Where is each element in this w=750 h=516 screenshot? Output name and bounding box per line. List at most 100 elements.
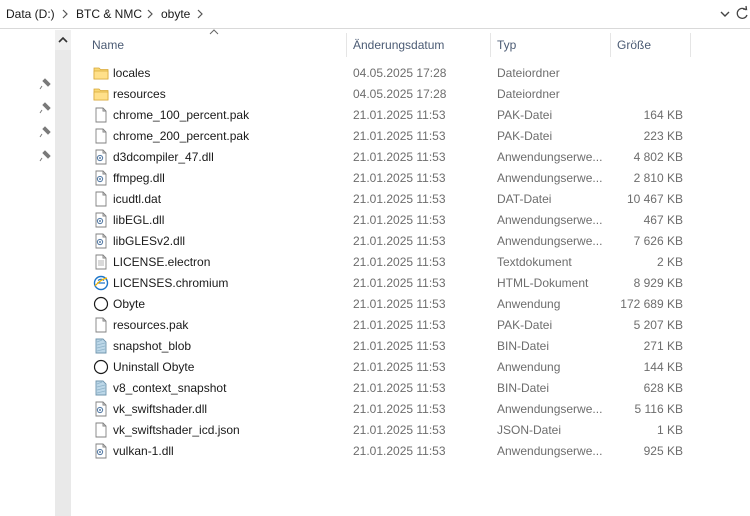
file-row[interactable]: libGLESv2.dll 21.01.2025 11:53 Anwendungse… [88, 231, 698, 252]
file-icon [93, 107, 109, 123]
app-circle-icon [93, 359, 109, 375]
file-row[interactable]: resources.pak 21.01.2025 11:53 PAK-Datei 5 … [88, 315, 698, 336]
file-size: 271 KB [643, 339, 683, 353]
pin-icon[interactable] [38, 125, 52, 139]
file-type: BIN-Datei [497, 381, 550, 395]
file-date: 21.01.2025 11:53 [353, 150, 446, 164]
file-type: PAK-Datei [497, 318, 553, 332]
file-size: 172 689 KB [620, 297, 683, 311]
file-date: 21.01.2025 11:53 [353, 171, 446, 185]
file-row[interactable]: vk_swiftshader.dll 21.01.2025 11:53 Anwend… [88, 399, 698, 420]
breadcrumb-drive[interactable]: Data (D:) [6, 7, 55, 21]
file-size: 144 KB [643, 360, 683, 374]
file-icon [93, 317, 109, 333]
file-row[interactable]: resources 04.05.2025 17:28 Dateiordner [88, 84, 698, 105]
pin-icon[interactable] [38, 149, 52, 163]
file-type: JSON-Datei [497, 423, 562, 437]
file-row[interactable]: vulkan-1.dll 21.01.2025 11:53 Anwendungser… [88, 441, 698, 462]
file-name: vk_swiftshader_icd.json [113, 423, 240, 437]
chevron-down-icon[interactable] [718, 6, 732, 22]
file-type: PAK-Datei [497, 108, 553, 122]
breadcrumb-folder-btc[interactable]: BTC & NMC [76, 7, 142, 21]
file-date: 21.01.2025 11:53 [353, 108, 446, 122]
chevron-right-icon[interactable] [195, 8, 205, 20]
file-name: LICENSES.chromium [113, 276, 229, 290]
dll-icon [93, 212, 109, 228]
file-type: Anwendungserwe... [497, 150, 603, 164]
pin-icon[interactable] [38, 101, 52, 115]
file-name: d3dcompiler_47.dll [113, 150, 214, 164]
file-row[interactable]: Obyte 21.01.2025 11:53 Anwendung 172 689 KB [88, 294, 698, 315]
file-name: vulkan-1.dll [113, 444, 174, 458]
column-divider[interactable] [690, 33, 691, 57]
file-name: vk_swiftshader.dll [113, 402, 208, 416]
breadcrumb-folder-obyte[interactable]: obyte [161, 7, 190, 21]
column-header-size-label: Größe [617, 38, 652, 52]
column-header-date[interactable]: Änderungsdatum [347, 31, 489, 60]
chevron-right-icon[interactable] [145, 8, 155, 20]
html-file-icon [93, 275, 109, 291]
file-row[interactable]: chrome_200_percent.pak 21.01.2025 11:53 PA… [88, 126, 698, 147]
column-header-type[interactable]: Typ [491, 31, 609, 60]
file-date: 21.01.2025 11:53 [353, 339, 446, 353]
file-date: 21.01.2025 11:53 [353, 423, 446, 437]
file-row[interactable]: snapshot_blob 21.01.2025 11:53 BIN-Datei 27… [88, 336, 698, 357]
file-name: ffmpeg.dll [113, 171, 165, 185]
file-date: 21.01.2025 11:53 [353, 444, 446, 458]
file-date: 21.01.2025 11:53 [353, 129, 446, 143]
file-date: 21.01.2025 11:53 [353, 255, 446, 269]
file-name: Uninstall Obyte [113, 360, 195, 374]
file-date: 21.01.2025 11:53 [353, 360, 446, 374]
nav-pane-scrollbar[interactable] [55, 30, 71, 516]
file-type: Anwendungserwe... [497, 171, 603, 185]
file-type: Anwendungserwe... [497, 234, 603, 248]
file-type: Anwendungserwe... [497, 402, 603, 416]
folder-icon [93, 86, 109, 102]
file-row[interactable]: v8_context_snapshot 21.01.2025 11:53 BIN-D… [88, 378, 698, 399]
file-date: 04.05.2025 17:28 [353, 66, 447, 80]
chevron-up-icon [58, 36, 68, 43]
file-row[interactable]: vk_swiftshader_icd.json 21.01.2025 11:53 J… [88, 420, 698, 441]
scroll-up-button[interactable] [55, 30, 71, 50]
file-type: BIN-Datei [497, 339, 550, 353]
dll-icon [93, 149, 109, 165]
column-header-name-label: Name [92, 38, 125, 52]
file-name: v8_context_snapshot [113, 381, 227, 395]
column-header-name[interactable]: Name [88, 31, 345, 60]
file-type: Anwendungserwe... [497, 213, 603, 227]
file-size: 4 802 KB [633, 150, 683, 164]
file-type: Dateiordner [497, 66, 560, 80]
file-row[interactable]: locales 04.05.2025 17:28 Dateiordner [88, 63, 698, 84]
pin-icon[interactable] [38, 77, 52, 91]
file-size: 8 929 KB [633, 276, 683, 290]
file-size: 7 626 KB [633, 234, 683, 248]
file-type: Anwendungserwe... [497, 444, 603, 458]
app-circle-icon [93, 296, 109, 312]
file-name: LICENSE.electron [113, 255, 211, 269]
file-row[interactable]: LICENSES.chromium 21.01.2025 11:53 HTML-Do… [88, 273, 698, 294]
file-row[interactable]: icudtl.dat 21.01.2025 11:53 DAT-Datei 10 46… [88, 189, 698, 210]
file-row[interactable]: Uninstall Obyte 21.01.2025 11:53 Anwendung… [88, 357, 698, 378]
column-header-size[interactable]: Größe [611, 31, 689, 60]
file-date: 21.01.2025 11:53 [353, 318, 446, 332]
file-size: 2 KB [656, 255, 683, 269]
refresh-icon[interactable] [734, 5, 750, 23]
file-date: 21.01.2025 11:53 [353, 234, 446, 248]
bin-file-icon [93, 338, 109, 354]
file-row[interactable]: ffmpeg.dll 21.01.2025 11:53 Anwendungserwe… [88, 168, 698, 189]
file-name: chrome_100_percent.pak [113, 108, 250, 122]
file-row[interactable]: chrome_100_percent.pak 21.01.2025 11:53 PA… [88, 105, 698, 126]
dll-icon [93, 443, 109, 459]
file-row[interactable]: libEGL.dll 21.01.2025 11:53 Anwendungserwe… [88, 210, 698, 231]
file-row[interactable]: LICENSE.electron 21.01.2025 11:53 Textdoku… [88, 252, 698, 273]
file-size: 1 KB [656, 423, 683, 437]
chevron-right-icon[interactable] [60, 8, 70, 20]
file-size: 5 116 KB [634, 402, 683, 416]
file-name: icudtl.dat [113, 192, 162, 206]
column-header-date-label: Änderungsdatum [353, 38, 445, 52]
file-name: snapshot_blob [113, 339, 192, 353]
file-row[interactable]: d3dcompiler_47.dll 21.01.2025 11:53 Anwend… [88, 147, 698, 168]
file-type: Anwendung [497, 297, 561, 311]
address-bar[interactable]: Data (D:) BTC & NMC obyte [0, 0, 750, 29]
file-name: chrome_200_percent.pak [113, 129, 250, 143]
